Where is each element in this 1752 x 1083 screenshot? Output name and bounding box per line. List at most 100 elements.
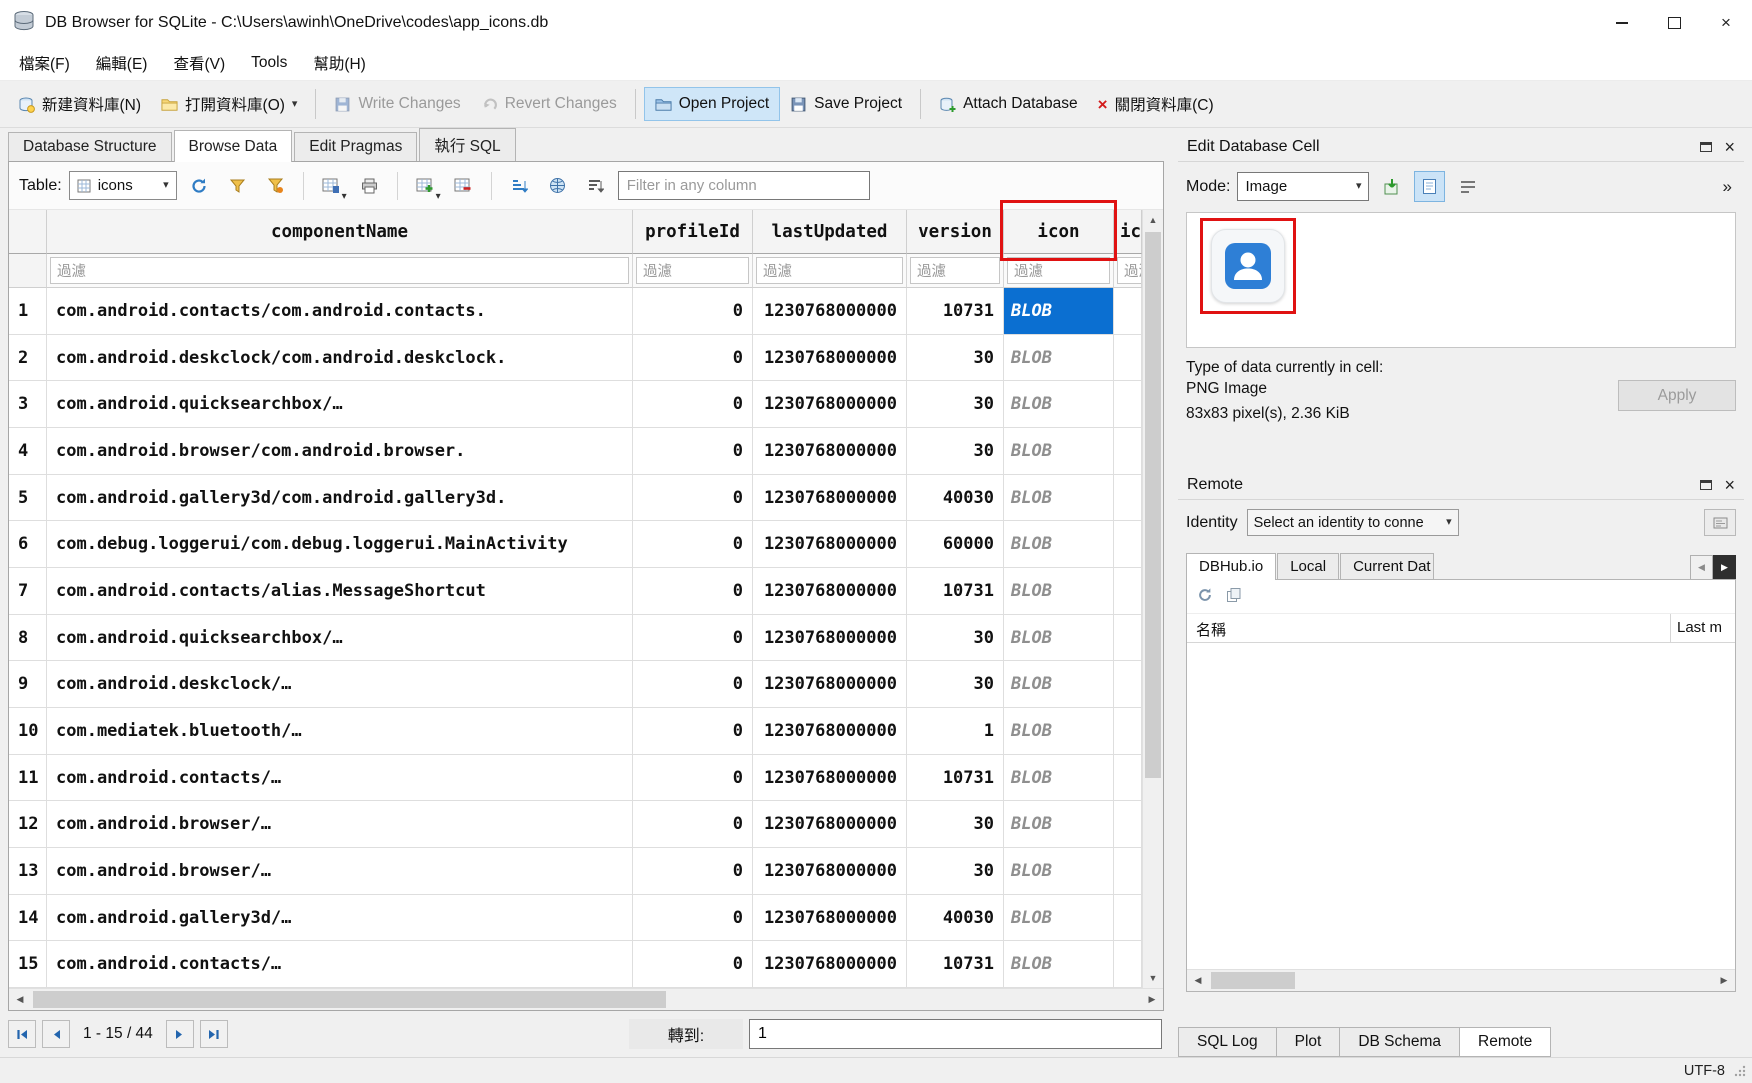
row-number-cell[interactable]: 3 xyxy=(9,381,47,428)
cell-profileid[interactable]: 0 xyxy=(633,381,753,428)
revert-changes-button[interactable]: Revert Changes xyxy=(471,88,627,120)
cell-version[interactable]: 10731 xyxy=(907,941,1004,988)
row-number-cell[interactable]: 13 xyxy=(9,848,47,895)
cell-lastupdated[interactable]: 1230768000000 xyxy=(753,335,907,382)
mode-select[interactable]: Image ▾ xyxy=(1237,172,1369,201)
attach-database-button[interactable]: Attach Database xyxy=(929,88,1088,120)
cell-icon-blob[interactable]: BLOB xyxy=(1004,755,1114,802)
tab-local[interactable]: Local xyxy=(1277,553,1339,580)
cell-clipped[interactable] xyxy=(1114,615,1142,662)
scroll-up-button[interactable]: ▲ xyxy=(1143,210,1163,230)
open-database-button[interactable]: 打開資料庫(O) ▾ xyxy=(151,86,307,122)
float-panel-icon[interactable] xyxy=(1700,480,1712,490)
cell-componentname[interactable]: com.android.browser/… xyxy=(47,848,633,895)
cell-lastupdated[interactable]: 1230768000000 xyxy=(753,615,907,662)
horizontal-scroll-track[interactable] xyxy=(31,989,1141,1010)
cell-componentname[interactable]: com.android.deskclock/… xyxy=(47,661,633,708)
scroll-left-button[interactable]: ◀ xyxy=(9,994,31,1005)
column-header-clipped[interactable]: ic xyxy=(1114,210,1142,254)
cell-clipped[interactable] xyxy=(1114,428,1142,475)
menu-tools[interactable]: Tools xyxy=(238,47,300,79)
horizontal-scroll-thumb[interactable] xyxy=(33,991,666,1008)
cell-profileid[interactable]: 0 xyxy=(633,848,753,895)
cell-profileid[interactable]: 0 xyxy=(633,568,753,615)
cell-profileid[interactable]: 0 xyxy=(633,941,753,988)
cell-profileid[interactable]: 0 xyxy=(633,335,753,382)
cell-componentname[interactable]: com.debug.loggerui/com.debug.loggerui.Ma… xyxy=(47,521,633,568)
row-number-cell[interactable]: 15 xyxy=(9,941,47,988)
column-header-profileid[interactable]: profileId xyxy=(633,210,753,254)
menu-view[interactable]: 查看(V) xyxy=(160,45,238,81)
filter-clipped[interactable]: 過濾 xyxy=(1114,254,1142,288)
cell-profileid[interactable]: 0 xyxy=(633,801,753,848)
cell-icon-blob[interactable]: BLOB xyxy=(1004,288,1114,335)
cell-clipped[interactable] xyxy=(1114,848,1142,895)
cell-clipped[interactable] xyxy=(1114,475,1142,522)
cell-componentname[interactable]: com.android.browser/com.android.browser. xyxy=(47,428,633,475)
cell-clipped[interactable] xyxy=(1114,568,1142,615)
save-project-button[interactable]: Save Project xyxy=(780,88,912,120)
write-changes-button[interactable]: Write Changes xyxy=(324,88,470,120)
cell-componentname[interactable]: com.android.gallery3d/… xyxy=(47,895,633,942)
cell-version[interactable]: 10731 xyxy=(907,568,1004,615)
close-database-button[interactable]: × 關閉資料庫(C) xyxy=(1088,86,1224,122)
remote-clone-button[interactable] xyxy=(1226,587,1242,607)
row-number-cell[interactable]: 7 xyxy=(9,568,47,615)
tab-scroll-left-button[interactable]: ◀ xyxy=(1690,555,1713,580)
scroll-down-button[interactable]: ▼ xyxy=(1143,968,1163,988)
row-number-cell[interactable]: 8 xyxy=(9,615,47,662)
cell-lastupdated[interactable]: 1230768000000 xyxy=(753,755,907,802)
scroll-right-button[interactable]: ▶ xyxy=(1141,994,1163,1005)
minimize-button[interactable] xyxy=(1596,0,1648,45)
row-number-cell[interactable]: 10 xyxy=(9,708,47,755)
filter-input-box[interactable]: 過濾 xyxy=(636,257,749,284)
last-record-button[interactable] xyxy=(200,1020,228,1048)
toolbar-overflow-button[interactable]: » xyxy=(1719,177,1736,197)
cell-icon-blob[interactable]: BLOB xyxy=(1004,521,1114,568)
save-results-view-button[interactable]: ▾ xyxy=(316,170,347,201)
grid-corner[interactable] xyxy=(9,210,47,254)
menu-help[interactable]: 幫助(H) xyxy=(300,45,379,81)
column-header-version[interactable]: version xyxy=(907,210,1004,254)
identity-settings-button[interactable] xyxy=(1704,509,1736,536)
cell-profileid[interactable]: 0 xyxy=(633,661,753,708)
open-project-button[interactable]: Open Project xyxy=(644,87,780,121)
column-header-lastupdated[interactable]: lastUpdated xyxy=(753,210,907,254)
cell-clipped[interactable] xyxy=(1114,801,1142,848)
cell-icon-blob[interactable]: BLOB xyxy=(1004,941,1114,988)
filter-componentname[interactable]: 過濾 xyxy=(47,254,633,288)
cell-version[interactable]: 10731 xyxy=(907,288,1004,335)
row-number-cell[interactable]: 5 xyxy=(9,475,47,522)
cell-icon-blob[interactable]: BLOB xyxy=(1004,475,1114,522)
filter-profileid[interactable]: 過濾 xyxy=(633,254,753,288)
insert-record-button[interactable]: ▾ xyxy=(410,170,441,201)
cell-version[interactable]: 30 xyxy=(907,615,1004,662)
filter-lastupdated[interactable]: 過濾 xyxy=(753,254,907,288)
cell-lastupdated[interactable]: 1230768000000 xyxy=(753,895,907,942)
row-number-cell[interactable]: 6 xyxy=(9,521,47,568)
horizontal-scrollbar[interactable]: ◀ ▶ xyxy=(9,988,1163,1010)
tab-current-database[interactable]: Current Dat xyxy=(1340,553,1434,580)
cell-clipped[interactable] xyxy=(1114,941,1142,988)
cell-componentname[interactable]: com.android.gallery3d/com.android.galler… xyxy=(47,475,633,522)
cell-version[interactable]: 30 xyxy=(907,801,1004,848)
horizontal-scroll-track[interactable] xyxy=(1209,970,1713,991)
cell-version[interactable]: 10731 xyxy=(907,755,1004,802)
filter-input-box[interactable]: 過濾 xyxy=(1117,257,1142,284)
close-panel-icon[interactable]: × xyxy=(1724,476,1735,494)
cell-profileid[interactable]: 0 xyxy=(633,475,753,522)
tab-scroll-right-button[interactable]: ▶ xyxy=(1713,555,1736,580)
cell-icon-blob[interactable]: BLOB xyxy=(1004,895,1114,942)
filter-input-box[interactable]: 過濾 xyxy=(1007,257,1110,284)
row-number-cell[interactable]: 4 xyxy=(9,428,47,475)
cell-version[interactable]: 30 xyxy=(907,381,1004,428)
new-tab-button[interactable] xyxy=(542,170,573,201)
remote-refresh-button[interactable] xyxy=(1197,587,1213,607)
cell-version[interactable]: 60000 xyxy=(907,521,1004,568)
identity-select[interactable]: Select an identity to conne ▾ xyxy=(1247,509,1459,536)
maximize-button[interactable] xyxy=(1648,0,1700,45)
cell-clipped[interactable] xyxy=(1114,755,1142,802)
vertical-scroll-track[interactable] xyxy=(1143,230,1163,968)
new-database-button[interactable]: 新建資料庫(N) xyxy=(8,86,151,122)
menu-edit[interactable]: 編輯(E) xyxy=(83,45,161,81)
